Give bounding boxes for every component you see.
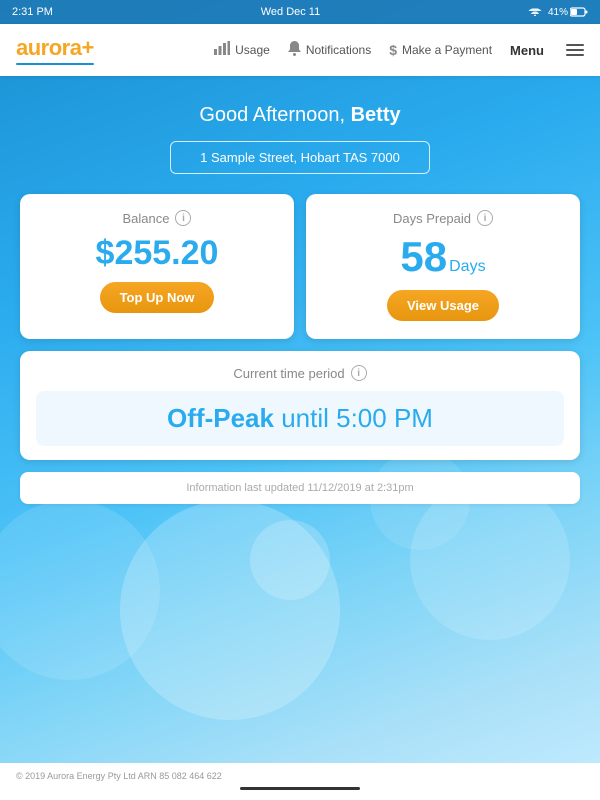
days-info-icon[interactable]: i	[477, 210, 493, 226]
off-peak-container: Off-Peak until 5:00 PM	[36, 391, 564, 446]
top-up-button[interactable]: Top Up Now	[100, 282, 215, 313]
nav-notifications-label: Notifications	[306, 43, 371, 57]
update-info: Information last updated 11/12/2019 at 2…	[20, 472, 580, 504]
balance-info-icon[interactable]: i	[175, 210, 191, 226]
days-label: Days	[449, 258, 485, 275]
bokeh-decoration	[0, 500, 160, 680]
bokeh-decoration	[250, 520, 330, 600]
hamburger-menu[interactable]	[566, 44, 584, 56]
greeting: Good Afternoon, Betty	[20, 104, 580, 127]
days-card-header: Days Prepaid i	[322, 210, 564, 226]
hamburger-line	[566, 44, 584, 46]
address-text: 1 Sample Street, Hobart TAS 7000	[200, 150, 400, 165]
usage-icon	[214, 41, 230, 59]
nav-notifications[interactable]: Notifications	[288, 41, 371, 60]
footer: © 2019 Aurora Energy Pty Ltd ARN 85 082 …	[0, 763, 600, 800]
balance-title: Balance	[123, 211, 170, 226]
nav-usage[interactable]: Usage	[214, 41, 270, 59]
time-period-card: Current time period i Off-Peak until 5:0…	[20, 351, 580, 460]
status-bar: 2:31 PM Wed Dec 11 41%	[0, 0, 600, 24]
hamburger-line	[566, 49, 584, 51]
footer-home-indicator	[240, 787, 360, 790]
days-number: 58	[400, 233, 447, 280]
time-period-header: Current time period i	[36, 365, 564, 381]
logo-text: aurora	[16, 35, 81, 60]
menu-label-text: Menu	[510, 43, 544, 58]
days-row: 58Days	[322, 236, 564, 278]
main-content: Good Afternoon, Betty 1 Sample Street, H…	[0, 76, 600, 520]
wifi-icon	[528, 6, 542, 19]
battery-indicator: 41%	[548, 7, 588, 18]
view-usage-button[interactable]: View Usage	[387, 290, 499, 321]
balance-card-header: Balance i	[36, 210, 278, 226]
dollar-icon: $	[389, 42, 397, 58]
balance-amount: $255.20	[36, 236, 278, 270]
nav-items: Usage Notifications $ Make a Payment Men…	[214, 41, 584, 60]
logo-plus: +	[81, 35, 93, 60]
time-period-title: Current time period	[233, 366, 344, 381]
balance-card: Balance i $255.20 Top Up Now	[20, 194, 294, 339]
status-time: 2:31 PM	[12, 6, 53, 18]
days-prepaid-title: Days Prepaid	[393, 211, 471, 226]
time-period-info-icon[interactable]: i	[351, 365, 367, 381]
address-box: 1 Sample Street, Hobart TAS 7000	[170, 141, 430, 174]
greeting-prefix: Good Afternoon,	[199, 104, 350, 126]
navbar: aurora+ Usage Notifications $ Make a Pay…	[0, 24, 600, 76]
off-peak-display: Off-Peak until 5:00 PM	[167, 403, 433, 433]
nav-payment-label: Make a Payment	[402, 43, 492, 57]
nav-menu-label[interactable]: Menu	[510, 43, 544, 58]
greeting-name: Betty	[351, 104, 401, 126]
days-prepaid-card: Days Prepaid i 58Days View Usage	[306, 194, 580, 339]
footer-text: © 2019 Aurora Energy Pty Ltd ARN 85 082 …	[16, 771, 584, 781]
bell-icon	[288, 41, 301, 60]
cards-row: Balance i $255.20 Top Up Now Days Prepai…	[20, 194, 580, 339]
nav-payment[interactable]: $ Make a Payment	[389, 42, 492, 58]
status-date: Wed Dec 11	[261, 6, 321, 18]
update-info-text: Information last updated 11/12/2019 at 2…	[186, 482, 413, 494]
logo[interactable]: aurora+	[16, 35, 94, 65]
nav-usage-label: Usage	[235, 43, 270, 57]
bokeh-decoration	[120, 500, 340, 720]
hamburger-line	[566, 54, 584, 56]
